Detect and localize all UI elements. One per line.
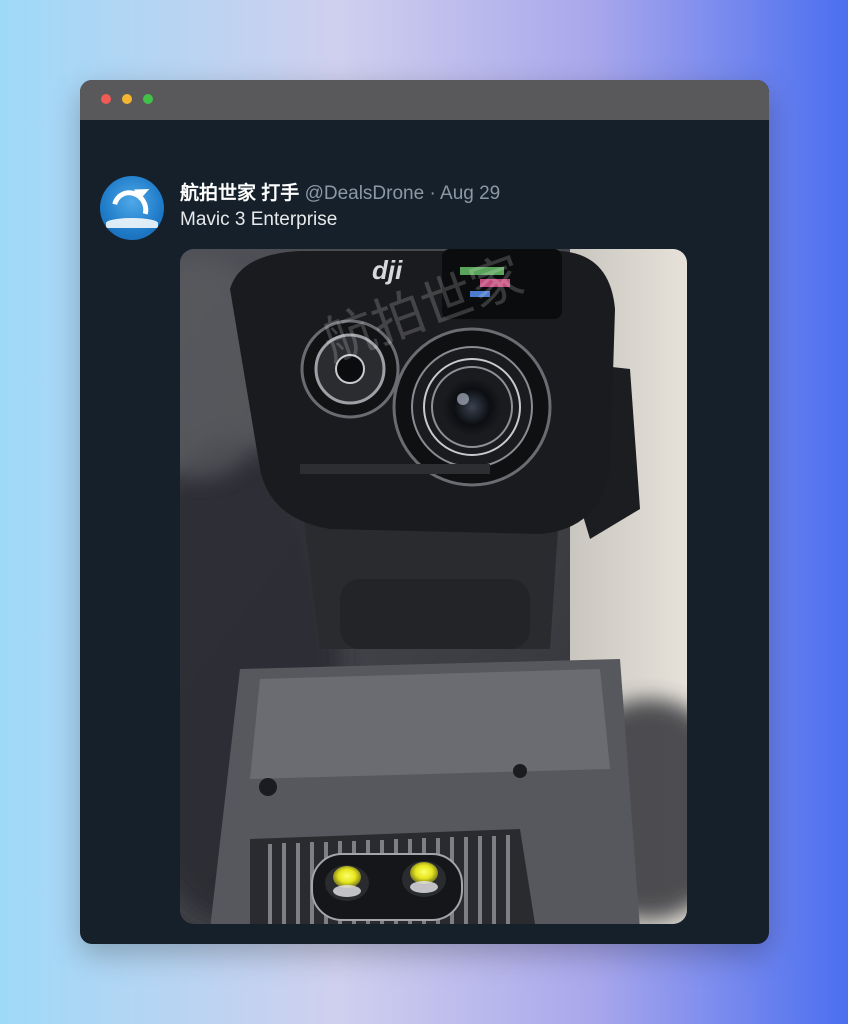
share-icon [728,943,730,944]
drone-photo: dji 航拍世家 [180,249,687,924]
avatar[interactable] [100,176,164,240]
browser-window: 航拍世家 打手 @DealsDrone · Aug 29 Mavic 3 Ent… [80,80,769,944]
retweet-button[interactable]: 42 [354,942,412,944]
tweet-header: 航拍世家 打手 @DealsDrone · Aug 29 [180,178,500,205]
share-button[interactable] [718,942,740,944]
tweet-actions-bar: 11 42 237 [180,942,745,944]
window-titlebar [80,80,769,120]
like-button[interactable]: 237 [532,942,597,944]
heart-icon [532,942,554,944]
tweet-text: Mavic 3 Enterprise [180,209,338,230]
minimize-window-button[interactable] [122,94,132,104]
maximize-window-button[interactable] [143,94,153,104]
dji-logo: dji [372,255,403,285]
retweet-icon [354,942,378,944]
separator: · [429,183,436,204]
tweet-date[interactable]: Aug 29 [440,183,500,204]
tweet-card: 航拍世家 打手 @DealsDrone · Aug 29 Mavic 3 Ent… [80,120,769,944]
close-window-button[interactable] [101,94,111,104]
display-name[interactable]: 航拍世家 打手 [180,183,299,204]
tweet-media-photo[interactable]: dji 航拍世家 [180,249,687,924]
reply-icon [180,942,202,944]
avatar-wave-shape [106,218,158,228]
user-handle[interactable]: @DealsDrone [305,183,425,204]
reply-button[interactable]: 11 [180,942,235,944]
